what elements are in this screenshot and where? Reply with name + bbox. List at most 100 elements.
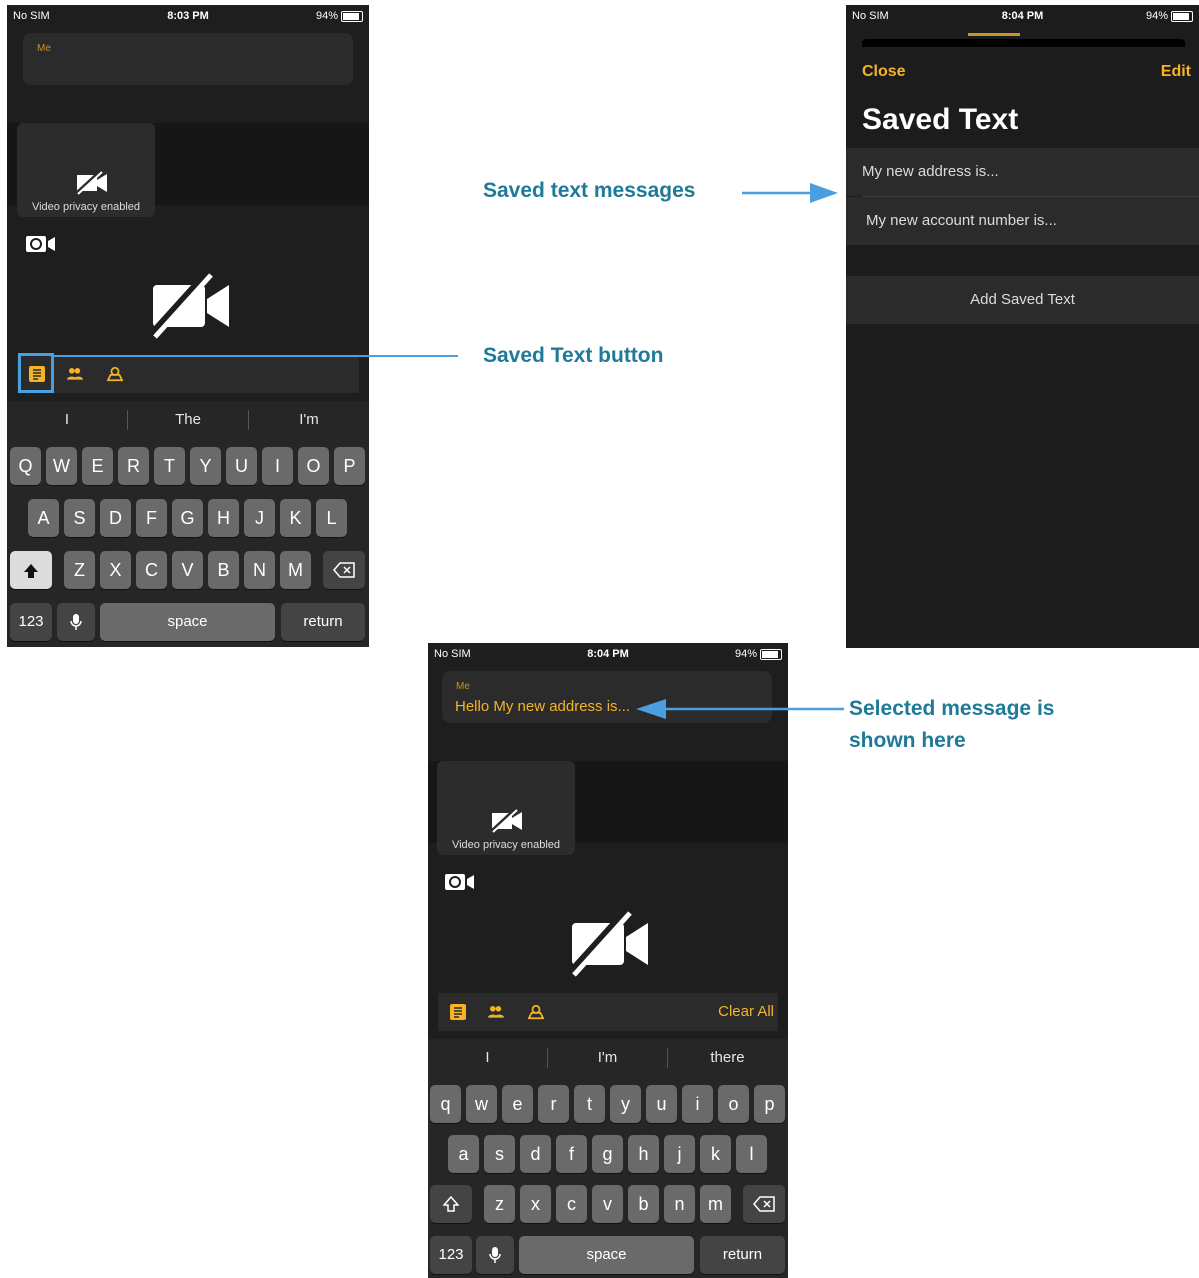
key[interactable]: F: [136, 499, 167, 537]
phone-screen-saved-text: No SIM 8:04 PM 94% Close Edit Saved Text…: [846, 5, 1199, 648]
key[interactable]: x: [520, 1185, 551, 1223]
sheet-tab-indicator: [968, 33, 1020, 36]
location-icon[interactable]: [528, 1004, 544, 1020]
key[interactable]: B: [208, 551, 239, 589]
key[interactable]: d: [520, 1135, 551, 1173]
battery-icon: [341, 10, 363, 22]
video-off-icon: [75, 171, 107, 195]
microphone-key[interactable]: [476, 1236, 514, 1274]
key[interactable]: S: [64, 499, 95, 537]
phone-screen-message-inserted: No SIM 8:04 PM 94% Me Hello My new addre…: [428, 643, 788, 1278]
key[interactable]: v: [592, 1185, 623, 1223]
key[interactable]: P: [334, 447, 365, 485]
key[interactable]: g: [592, 1135, 623, 1173]
key[interactable]: W: [46, 447, 77, 485]
numbers-key[interactable]: 123: [10, 603, 52, 641]
suggestion-2[interactable]: I'm: [548, 1043, 667, 1073]
add-saved-text-button[interactable]: Add Saved Text: [846, 276, 1199, 324]
shift-key[interactable]: [10, 551, 52, 589]
key[interactable]: y: [610, 1085, 641, 1123]
return-key[interactable]: return: [281, 603, 365, 641]
text-toolbar: [17, 355, 359, 393]
backspace-icon: [333, 562, 355, 578]
key[interactable]: o: [718, 1085, 749, 1123]
keyboard: I The I'm Q W E R T Y U I O P A S D F G …: [7, 401, 369, 647]
clock: 8:03 PM: [167, 10, 209, 22]
key[interactable]: E: [82, 447, 113, 485]
key[interactable]: K: [280, 499, 311, 537]
microphone-key[interactable]: [57, 603, 95, 641]
key[interactable]: H: [208, 499, 239, 537]
delete-key[interactable]: [743, 1185, 785, 1223]
shift-key[interactable]: [430, 1185, 472, 1223]
key[interactable]: R: [118, 447, 149, 485]
key[interactable]: i: [682, 1085, 713, 1123]
suggestion-1[interactable]: I: [428, 1043, 547, 1073]
suggestion-2[interactable]: The: [128, 405, 248, 435]
key[interactable]: l: [736, 1135, 767, 1173]
key[interactable]: N: [244, 551, 275, 589]
saved-text-item[interactable]: My new address is...: [846, 148, 1199, 196]
switch-camera-icon[interactable]: [444, 872, 476, 892]
key[interactable]: G: [172, 499, 203, 537]
key[interactable]: r: [538, 1085, 569, 1123]
switch-camera-icon[interactable]: [25, 234, 57, 254]
contacts-icon[interactable]: [488, 1004, 504, 1020]
key[interactable]: p: [754, 1085, 785, 1123]
saved-text-button[interactable]: [450, 1004, 466, 1020]
key[interactable]: L: [316, 499, 347, 537]
key[interactable]: O: [298, 447, 329, 485]
key[interactable]: D: [100, 499, 131, 537]
key[interactable]: t: [574, 1085, 605, 1123]
close-button[interactable]: Close: [862, 63, 906, 81]
key[interactable]: J: [244, 499, 275, 537]
edit-button[interactable]: Edit: [1161, 63, 1191, 81]
connector-line: [54, 355, 458, 357]
key[interactable]: f: [556, 1135, 587, 1173]
key[interactable]: j: [664, 1135, 695, 1173]
key[interactable]: Q: [10, 447, 41, 485]
key[interactable]: w: [466, 1085, 497, 1123]
suggestion-1[interactable]: I: [7, 405, 127, 435]
numbers-key[interactable]: 123: [430, 1236, 472, 1274]
me-label: Me: [37, 43, 51, 54]
space-key[interactable]: space: [100, 603, 275, 641]
key[interactable]: X: [100, 551, 131, 589]
suggestion-3[interactable]: there: [668, 1043, 787, 1073]
key[interactable]: n: [664, 1185, 695, 1223]
key[interactable]: z: [484, 1185, 515, 1223]
return-key[interactable]: return: [700, 1236, 785, 1274]
self-view-tile: Video privacy enabled: [17, 123, 155, 217]
key[interactable]: Y: [190, 447, 221, 485]
status-bar: No SIM 8:04 PM 94%: [428, 643, 788, 669]
key[interactable]: I: [262, 447, 293, 485]
key[interactable]: Z: [64, 551, 95, 589]
arrow-right-icon: [742, 183, 838, 203]
contacts-icon[interactable]: [67, 366, 83, 382]
location-icon[interactable]: [107, 366, 123, 382]
key[interactable]: m: [700, 1185, 731, 1223]
key[interactable]: U: [226, 447, 257, 485]
saved-text-button-highlight: [18, 353, 54, 393]
key[interactable]: A: [28, 499, 59, 537]
key[interactable]: k: [700, 1135, 731, 1173]
space-key[interactable]: space: [519, 1236, 694, 1274]
key[interactable]: C: [136, 551, 167, 589]
battery-indicator: 94%: [1146, 10, 1193, 22]
key[interactable]: T: [154, 447, 185, 485]
key[interactable]: h: [628, 1135, 659, 1173]
key[interactable]: c: [556, 1185, 587, 1223]
saved-text-item[interactable]: My new account number is...: [846, 197, 1199, 245]
delete-key[interactable]: [323, 551, 365, 589]
keyboard: I I'm there q w e r t y u i o p a s d f …: [428, 1039, 788, 1278]
key[interactable]: M: [280, 551, 311, 589]
key[interactable]: e: [502, 1085, 533, 1123]
key[interactable]: u: [646, 1085, 677, 1123]
key[interactable]: a: [448, 1135, 479, 1173]
key[interactable]: b: [628, 1185, 659, 1223]
key[interactable]: q: [430, 1085, 461, 1123]
clear-all-button[interactable]: Clear All: [718, 1003, 774, 1020]
key[interactable]: s: [484, 1135, 515, 1173]
key[interactable]: V: [172, 551, 203, 589]
suggestion-3[interactable]: I'm: [249, 405, 369, 435]
